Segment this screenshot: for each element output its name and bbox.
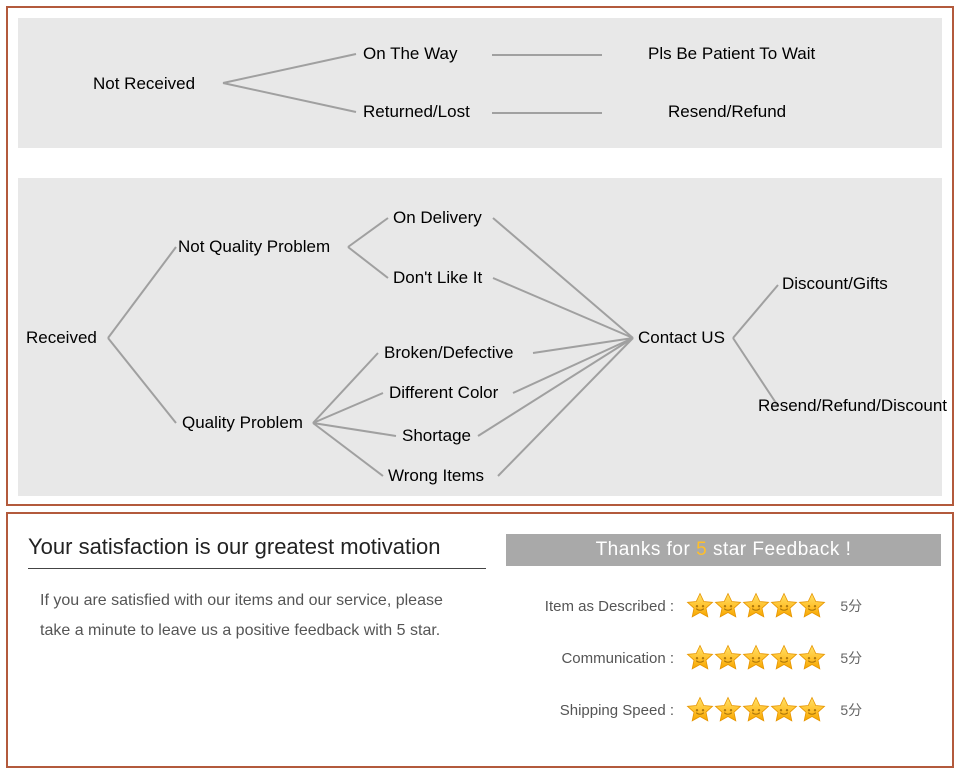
title-underline <box>28 568 486 569</box>
label-shortage: Shortage <box>402 426 471 446</box>
thanks-prefix: Thanks for <box>596 539 697 560</box>
label-discount-gifts: Discount/Gifts <box>782 274 888 294</box>
thanks-num: 5 <box>696 539 707 560</box>
star-icon <box>770 696 798 724</box>
label-broken: Broken/Defective <box>384 343 513 363</box>
star-icon <box>770 592 798 620</box>
star-icon <box>742 592 770 620</box>
rating-row-item: Item as Described : 5分 <box>504 592 862 620</box>
decision-diagram-panel: Not Received On The Way Returned/Lost Pl… <box>6 6 954 506</box>
rating-suffix: 5分 <box>840 596 862 616</box>
star-group <box>686 592 826 620</box>
label-pls-patient: Pls Be Patient To Wait <box>648 44 815 64</box>
star-icon <box>714 696 742 724</box>
star-icon <box>686 592 714 620</box>
star-icon <box>714 644 742 672</box>
star-group <box>686 644 826 672</box>
feedback-panel: Your satisfaction is our greatest motiva… <box>6 512 954 768</box>
rating-label: Communication : <box>504 650 674 667</box>
star-icon <box>714 592 742 620</box>
connector-line <box>492 112 602 114</box>
label-quality: Quality Problem <box>182 413 303 433</box>
label-on-delivery: On Delivery <box>393 208 482 228</box>
star-icon <box>798 644 826 672</box>
rating-suffix: 5分 <box>840 648 862 668</box>
label-returned-lost: Returned/Lost <box>363 102 470 122</box>
label-dont-like: Don't Like It <box>393 268 482 288</box>
satisfaction-title: Your satisfaction is our greatest motiva… <box>28 534 441 560</box>
star-icon <box>798 696 826 724</box>
star-icon <box>742 696 770 724</box>
label-not-received: Not Received <box>93 74 195 94</box>
star-icon <box>770 644 798 672</box>
connector-line <box>492 54 602 56</box>
label-on-the-way: On The Way <box>363 44 457 64</box>
star-icon <box>686 644 714 672</box>
label-resend-refund-1: Resend/Refund <box>668 102 786 122</box>
rating-row-comm: Communication : 5分 <box>504 644 862 672</box>
label-not-quality: Not Quality Problem <box>178 237 330 257</box>
label-resend-refund-discount: Resend/Refund/Discount <box>758 396 947 416</box>
rating-row-ship: Shipping Speed : 5分 <box>504 696 862 724</box>
star-icon <box>742 644 770 672</box>
thanks-bar: Thanks for 5 star Feedback ! <box>506 534 941 566</box>
label-received: Received <box>26 328 97 348</box>
star-group <box>686 696 826 724</box>
thanks-suffix: star Feedback ! <box>707 539 851 560</box>
label-wrong-items: Wrong Items <box>388 466 484 486</box>
label-contact-us: Contact US <box>638 328 725 348</box>
star-icon <box>686 696 714 724</box>
label-diff-color: Different Color <box>389 383 498 403</box>
rating-label: Item as Described : <box>504 598 674 615</box>
rating-label: Shipping Speed : <box>504 702 674 719</box>
star-icon <box>798 592 826 620</box>
satisfaction-body: If you are satisfied with our items and … <box>40 586 470 645</box>
rating-suffix: 5分 <box>840 700 862 720</box>
